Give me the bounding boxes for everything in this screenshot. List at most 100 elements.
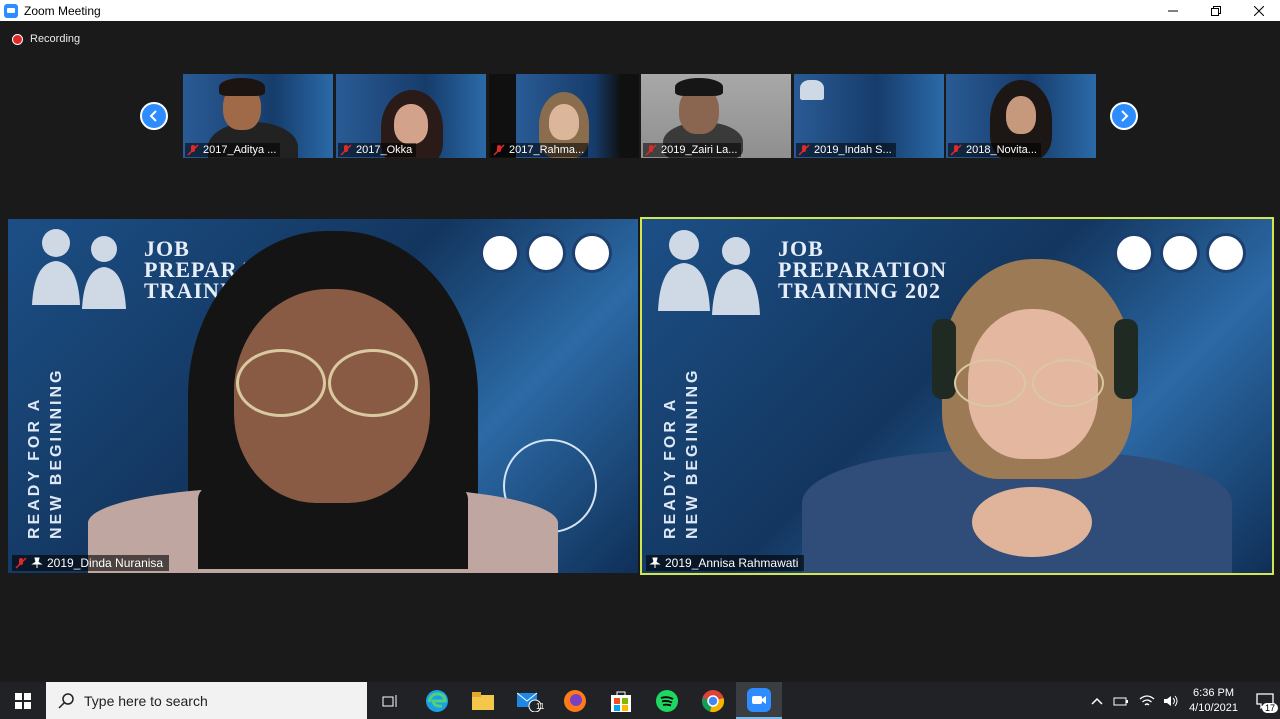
- participant-thumbnail[interactable]: 2017_Rahma...: [489, 74, 639, 158]
- participant-label: 2019_Zairi La...: [643, 143, 742, 157]
- participant-label: 2017_Rahma...: [491, 143, 589, 157]
- windows-logo-icon: [15, 692, 31, 709]
- spotify-icon: [656, 689, 678, 712]
- store-taskbar-button[interactable]: [598, 682, 644, 719]
- vertical-line: NEW BEGINNING: [48, 367, 65, 539]
- edge-taskbar-button[interactable]: [414, 682, 460, 719]
- vertical-line: NEW BEGINNING: [684, 367, 701, 539]
- mic-muted-icon: [798, 144, 810, 156]
- participant-label: 2019_Indah S...: [796, 143, 896, 157]
- recording-indicator[interactable]: Recording: [12, 33, 80, 45]
- action-center-button[interactable]: 17: [1250, 682, 1280, 719]
- firefox-taskbar-button[interactable]: [552, 682, 598, 719]
- participant-name: 2019_Annisa Rahmawati: [665, 556, 799, 570]
- zoom-icon: [747, 687, 771, 712]
- participant-name: 2017_Rahma...: [509, 144, 585, 156]
- participant-name: 2019_Indah S...: [814, 144, 892, 156]
- mail-taskbar-button[interactable]: 11: [506, 682, 552, 719]
- battery-plug-icon[interactable]: [1113, 695, 1129, 707]
- windows-taskbar: Type here to search 11 6:36 PM 4/10/2021: [0, 682, 1280, 719]
- close-icon: [1253, 5, 1264, 16]
- chevron-right-icon: [1121, 110, 1129, 122]
- volume-icon[interactable]: [1163, 694, 1179, 708]
- background-vertical-text: READY FOR A NEW BEGINNING: [24, 368, 68, 539]
- restore-button[interactable]: [1194, 0, 1237, 21]
- title-line: TRAINING 202: [778, 277, 941, 303]
- wifi-icon[interactable]: [1139, 694, 1155, 708]
- window-title: Zoom Meeting: [24, 3, 101, 18]
- headphones: [932, 319, 956, 399]
- taskbar-clock[interactable]: 6:36 PM 4/10/2021: [1189, 686, 1238, 716]
- pin-icon: [31, 557, 43, 568]
- clock-time: 6:36 PM: [1193, 686, 1235, 699]
- edge-icon: [426, 689, 448, 712]
- firefox-icon: [564, 689, 586, 712]
- video-tile-annisa-active-speaker[interactable]: JOB PREPARATION TRAINING 202 READY FOR A…: [640, 217, 1274, 575]
- close-button[interactable]: [1237, 0, 1280, 21]
- mic-muted-icon: [493, 144, 505, 156]
- participant-name: 2018_Novita...: [966, 144, 1037, 156]
- store-bag-icon: [611, 691, 631, 712]
- chrome-icon: [702, 689, 725, 712]
- next-page-button[interactable]: [1110, 102, 1138, 130]
- video-name-label: 2019_Annisa Rahmawati: [646, 555, 805, 571]
- chevron-up-icon[interactable]: [1091, 697, 1103, 705]
- participant-name: 2019_Dinda Nuranisa: [47, 556, 164, 570]
- recording-label: Recording: [30, 33, 81, 45]
- previous-page-button[interactable]: [140, 102, 168, 130]
- task-view-icon: [382, 694, 397, 707]
- spotify-taskbar-button[interactable]: [644, 682, 690, 719]
- search-icon: [58, 692, 74, 709]
- background-vertical-text: READY FOR A NEW BEGINNING: [660, 368, 704, 539]
- people-icon: [32, 229, 126, 309]
- participant-name: 2019_Zairi La...: [661, 144, 738, 156]
- mic-muted-icon: [950, 144, 962, 156]
- restore-icon: [1210, 5, 1221, 16]
- mic-muted-icon: [15, 557, 27, 569]
- participant-label: 2018_Novita...: [948, 143, 1041, 157]
- participant-name: 2017_Okka: [356, 144, 413, 156]
- chrome-taskbar-button[interactable]: [690, 682, 736, 719]
- mic-muted-icon: [340, 144, 352, 156]
- logo-badge: [1114, 233, 1154, 273]
- people-icon: [658, 230, 760, 315]
- video-name-label: 2019_Dinda Nuranisa: [12, 555, 170, 571]
- recording-icon: [12, 33, 23, 45]
- title-bar: Zoom Meeting: [0, 0, 1280, 21]
- minimize-button[interactable]: [1151, 0, 1194, 21]
- mic-muted-icon: [645, 144, 657, 156]
- video-tile-dinda[interactable]: JOB PREPARAT TRAINING READY FOR A NEW BE…: [8, 219, 638, 573]
- meeting-area: Recording 2017_Aditya ... 2017_Okka 2017…: [0, 21, 1280, 682]
- logo-badge: [572, 233, 612, 273]
- taskbar-search-box[interactable]: Type here to search: [46, 682, 367, 719]
- minimize-icon: [1167, 10, 1178, 11]
- participant-label: 2017_Okka: [338, 143, 417, 157]
- pin-icon: [649, 557, 661, 568]
- vertical-line: READY FOR A: [662, 396, 679, 539]
- notification-count: 17: [1261, 703, 1278, 713]
- logo-badge: [480, 233, 520, 273]
- system-tray: 6:36 PM 4/10/2021 17: [1091, 682, 1280, 719]
- participant-thumbnail[interactable]: 2018_Novita...: [946, 74, 1096, 158]
- participant-thumbnail[interactable]: 2019_Indah S...: [794, 74, 944, 158]
- logo-badge: [526, 233, 566, 273]
- vertical-line: READY FOR A: [26, 396, 43, 539]
- task-view-button[interactable]: [367, 682, 413, 719]
- start-button[interactable]: [0, 682, 46, 719]
- mic-muted-icon: [187, 144, 199, 156]
- file-explorer-taskbar-button[interactable]: [460, 682, 506, 719]
- participant-thumbnail[interactable]: 2019_Zairi La...: [641, 74, 791, 158]
- participant-label: 2017_Aditya ...: [185, 143, 281, 157]
- participant-thumbnail[interactable]: 2017_Okka: [336, 74, 486, 158]
- zoom-taskbar-button[interactable]: [736, 682, 782, 719]
- logo-badge: [1206, 233, 1246, 273]
- background-title: JOB PREPARATION TRAINING 202: [778, 238, 947, 303]
- clock-date: 4/10/2021: [1189, 701, 1238, 714]
- chevron-left-icon: [149, 110, 157, 122]
- search-placeholder: Type here to search: [84, 692, 208, 709]
- participant-thumbnail[interactable]: 2017_Aditya ...: [183, 74, 333, 158]
- folder-icon: [472, 691, 494, 710]
- logo-badge: [1160, 233, 1200, 273]
- participant-name: 2017_Aditya ...: [203, 144, 277, 156]
- mail-unread-badge: 11: [536, 702, 545, 711]
